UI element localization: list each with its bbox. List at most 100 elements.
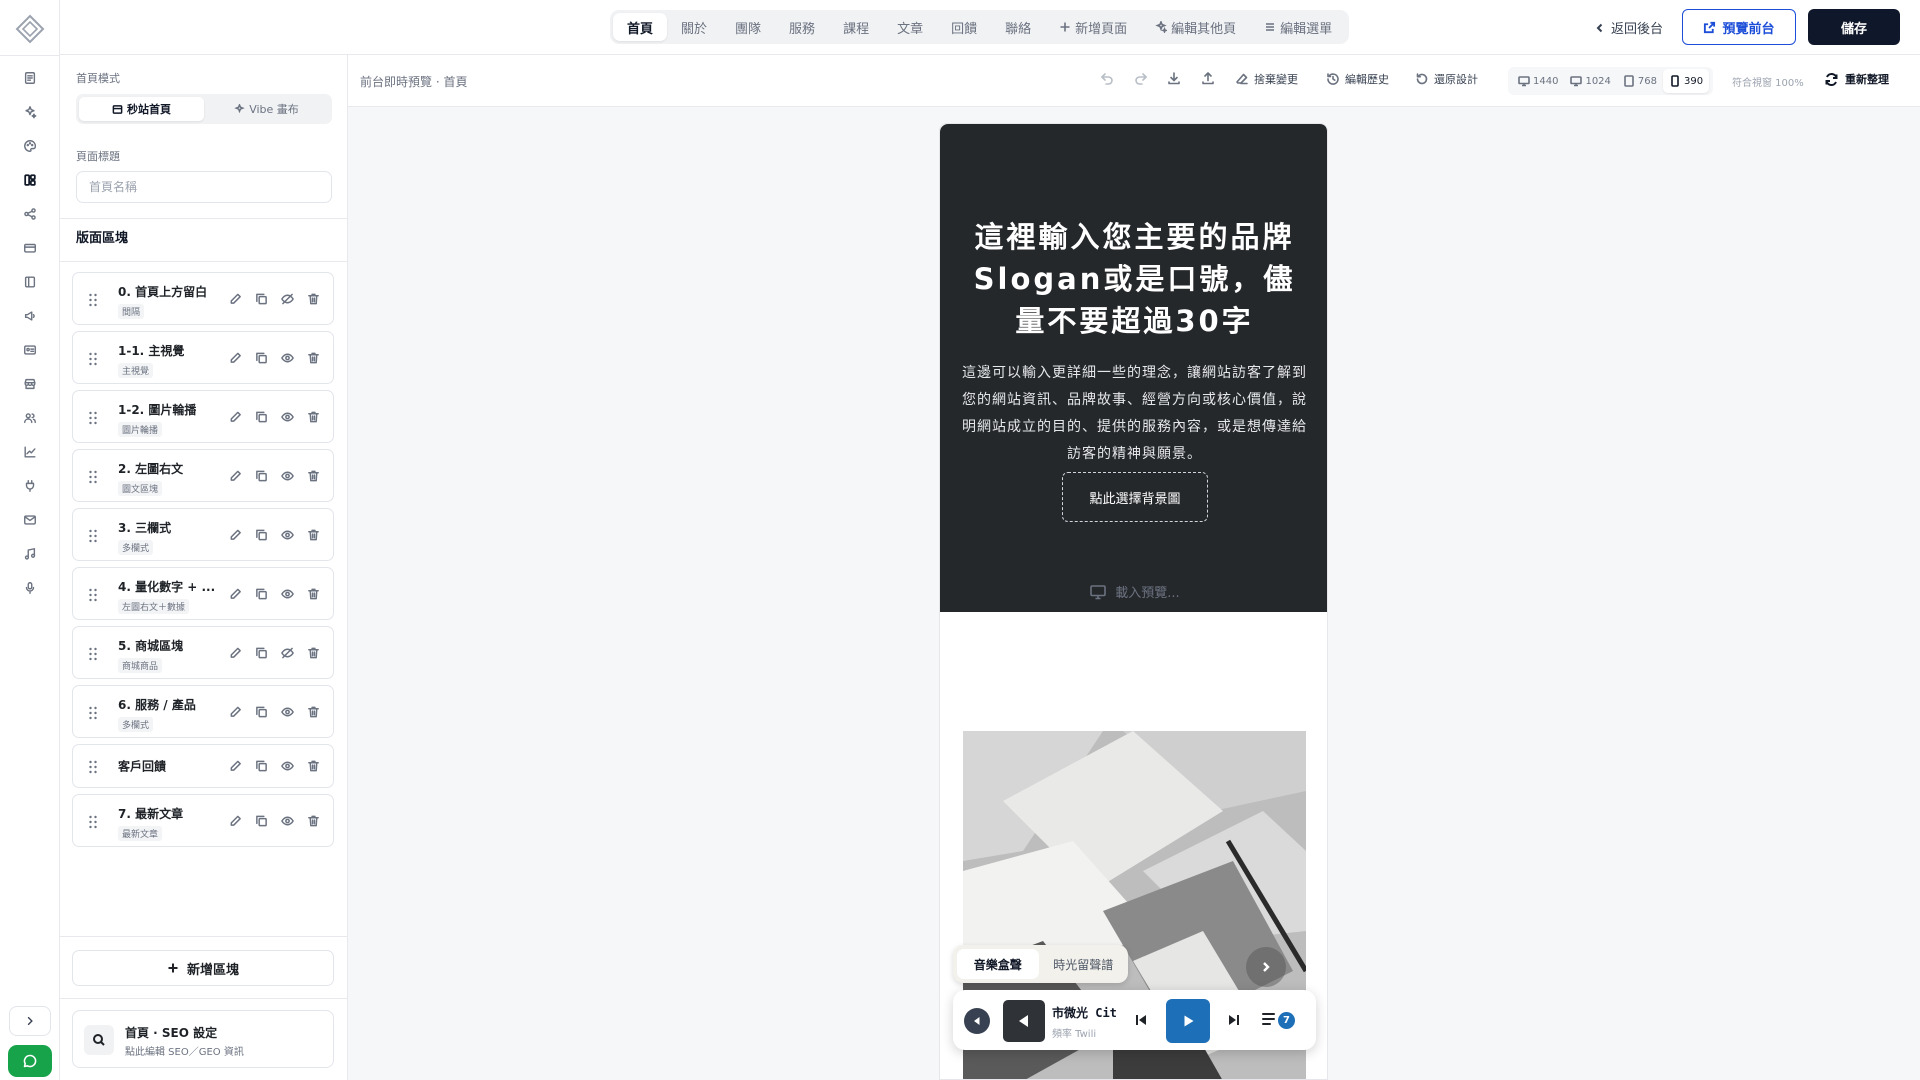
edit-menu-button[interactable]: 編輯選單 bbox=[1250, 13, 1346, 41]
tab-home[interactable]: 首頁 bbox=[613, 13, 668, 41]
viewport-1440[interactable]: 1440 bbox=[1512, 69, 1564, 93]
drag-handle-icon[interactable] bbox=[88, 814, 98, 828]
carousel-next-button[interactable] bbox=[1246, 947, 1286, 987]
block-item[interactable]: 3. 三欄式 多欄式 bbox=[72, 508, 334, 561]
tab-time-record[interactable]: 時光留聲譜 bbox=[1043, 949, 1125, 979]
edit-icon[interactable] bbox=[228, 291, 243, 306]
store-icon[interactable] bbox=[20, 374, 40, 394]
tab-courses[interactable]: 課程 bbox=[829, 13, 883, 41]
eye-icon[interactable] bbox=[280, 586, 295, 601]
block-item[interactable]: 4. 量化數字 + ... 左圖右文＋數據 bbox=[72, 567, 334, 620]
trash-icon[interactable] bbox=[306, 291, 321, 306]
chat-button[interactable] bbox=[8, 1045, 52, 1077]
hero-title[interactable]: 這裡輸入您主要的品牌Slogan或是口號，儘量不要超過30字 bbox=[960, 216, 1309, 342]
tab-about[interactable]: 關於 bbox=[667, 13, 721, 41]
block-item[interactable]: 6. 服務 / 產品 多欄式 bbox=[72, 685, 334, 738]
duplicate-icon[interactable] bbox=[254, 350, 269, 365]
edit-other-pages-button[interactable]: 編輯其他頁 bbox=[1141, 13, 1250, 41]
edit-icon[interactable] bbox=[228, 350, 243, 365]
trash-icon[interactable] bbox=[306, 350, 321, 365]
trash-icon[interactable] bbox=[306, 813, 321, 828]
add-page-button[interactable]: 新增頁面 bbox=[1045, 13, 1141, 41]
pages-icon[interactable] bbox=[20, 68, 40, 88]
mail-icon[interactable] bbox=[20, 510, 40, 530]
drag-handle-icon[interactable] bbox=[88, 587, 98, 601]
discard-changes-button[interactable]: 捨棄變更 bbox=[1235, 71, 1298, 87]
drag-handle-icon[interactable] bbox=[88, 292, 98, 306]
eye-off-icon[interactable] bbox=[280, 645, 295, 660]
music-icon[interactable] bbox=[20, 544, 40, 564]
book-icon[interactable] bbox=[20, 272, 40, 292]
duplicate-icon[interactable] bbox=[254, 813, 269, 828]
edit-history-button[interactable]: 編輯歷史 bbox=[1326, 71, 1389, 87]
trash-icon[interactable] bbox=[306, 468, 321, 483]
tab-music-box[interactable]: 音樂盒聲 bbox=[957, 949, 1039, 979]
share-icon[interactable] bbox=[20, 204, 40, 224]
select-background-button[interactable]: 點此選擇背景圖 bbox=[1062, 472, 1208, 522]
drag-handle-icon[interactable] bbox=[88, 646, 98, 660]
mode-quick-home[interactable]: 秒站首頁 bbox=[79, 97, 204, 121]
block-item[interactable]: 1-1. 主視覺 主視覺 bbox=[72, 331, 334, 384]
edit-icon[interactable] bbox=[228, 586, 243, 601]
viewport-1024[interactable]: 1024 bbox=[1564, 69, 1616, 93]
eye-icon[interactable] bbox=[280, 468, 295, 483]
edit-icon[interactable] bbox=[228, 704, 243, 719]
play-button[interactable] bbox=[1166, 999, 1210, 1043]
trash-icon[interactable] bbox=[306, 409, 321, 424]
palette-icon[interactable] bbox=[20, 136, 40, 156]
viewport-768[interactable]: 768 bbox=[1617, 69, 1663, 93]
eye-icon[interactable] bbox=[280, 759, 295, 774]
edit-icon[interactable] bbox=[228, 813, 243, 828]
undo-button[interactable] bbox=[1100, 71, 1114, 85]
preview-frontend-button[interactable]: 預覽前台 bbox=[1682, 9, 1796, 45]
edit-icon[interactable] bbox=[228, 527, 243, 542]
duplicate-icon[interactable] bbox=[254, 468, 269, 483]
next-track-button[interactable] bbox=[1226, 1012, 1242, 1028]
hero-description[interactable]: 這邊可以輸入更詳細一些的理念，讓網站訪客了解到您的網站資訊、品牌故事、經營方向或… bbox=[960, 360, 1309, 468]
duplicate-icon[interactable] bbox=[254, 759, 269, 774]
trash-icon[interactable] bbox=[306, 704, 321, 719]
plug-icon[interactable] bbox=[20, 476, 40, 496]
download-button[interactable] bbox=[1167, 71, 1181, 85]
trash-icon[interactable] bbox=[306, 759, 321, 774]
duplicate-icon[interactable] bbox=[254, 586, 269, 601]
tab-feedback[interactable]: 回饋 bbox=[937, 13, 991, 41]
block-item[interactable]: 0. 首頁上方留白 間隔 bbox=[72, 272, 334, 325]
add-block-button[interactable]: 新增區塊 bbox=[72, 950, 334, 986]
eye-icon[interactable] bbox=[280, 813, 295, 828]
trash-icon[interactable] bbox=[306, 586, 321, 601]
edit-icon[interactable] bbox=[228, 759, 243, 774]
page-title-input[interactable] bbox=[76, 171, 332, 203]
eye-off-icon[interactable] bbox=[280, 291, 295, 306]
trash-icon[interactable] bbox=[306, 645, 321, 660]
layout-icon[interactable] bbox=[20, 170, 40, 190]
tab-team[interactable]: 團隊 bbox=[721, 13, 775, 41]
drag-handle-icon[interactable] bbox=[88, 351, 98, 365]
collapse-player-button[interactable] bbox=[964, 1008, 990, 1034]
microphone-icon[interactable] bbox=[20, 578, 40, 598]
duplicate-icon[interactable] bbox=[254, 291, 269, 306]
users-icon[interactable] bbox=[20, 408, 40, 428]
duplicate-icon[interactable] bbox=[254, 527, 269, 542]
eye-icon[interactable] bbox=[280, 409, 295, 424]
eye-icon[interactable] bbox=[280, 527, 295, 542]
chart-icon[interactable] bbox=[20, 442, 40, 462]
duplicate-icon[interactable] bbox=[254, 645, 269, 660]
drag-handle-icon[interactable] bbox=[88, 469, 98, 483]
tab-services[interactable]: 服務 bbox=[775, 13, 829, 41]
expand-sidebar-button[interactable] bbox=[9, 1006, 51, 1036]
eye-icon[interactable] bbox=[280, 350, 295, 365]
drag-handle-icon[interactable] bbox=[88, 410, 98, 424]
drag-handle-icon[interactable] bbox=[88, 759, 98, 774]
block-item[interactable]: 客戶回饋 bbox=[72, 744, 334, 788]
duplicate-icon[interactable] bbox=[254, 409, 269, 424]
drag-handle-icon[interactable] bbox=[88, 528, 98, 542]
previous-track-button[interactable] bbox=[1133, 1012, 1149, 1028]
edit-icon[interactable] bbox=[228, 645, 243, 660]
block-item[interactable]: 2. 左圖右文 圖文區塊 bbox=[72, 449, 334, 502]
sparkle-icon[interactable] bbox=[20, 102, 40, 122]
drag-handle-icon[interactable] bbox=[88, 705, 98, 719]
restore-design-button[interactable]: 還原設計 bbox=[1415, 71, 1478, 87]
redo-button[interactable] bbox=[1134, 71, 1148, 85]
edit-icon[interactable] bbox=[228, 468, 243, 483]
